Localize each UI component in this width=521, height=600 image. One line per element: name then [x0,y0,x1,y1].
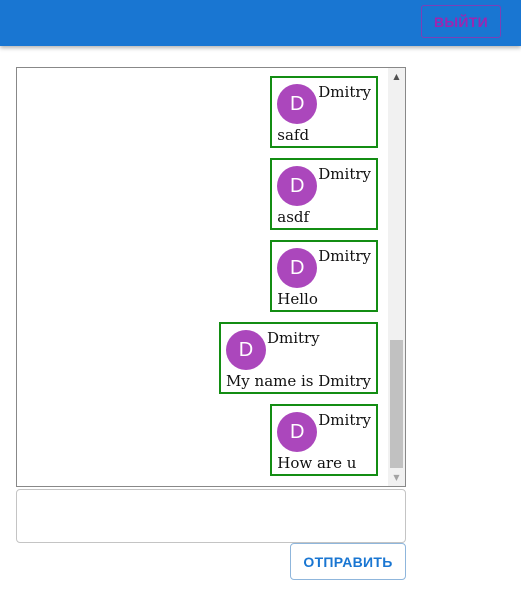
avatar: D [225,330,266,370]
message-author: Dmitry [318,247,371,265]
send-button[interactable]: ОТПРАВИТЬ [290,543,406,580]
message-author: Dmitry [318,83,371,101]
chat-messages-panel[interactable]: D Dmitry safd D Dmitry asdf D Dmitry Hel… [16,67,406,487]
message-text: safd [277,126,310,144]
message-author: Dmitry [318,411,371,429]
chat-message: D Dmitry How are u [270,404,378,476]
chat-message: D Dmitry safd [270,76,378,148]
app-bar: ВЫЙТИ [0,0,521,46]
vertical-scrollbar[interactable]: ▲ ▼ [388,68,405,486]
message-text: How are u [277,454,357,472]
message-list: D Dmitry safd D Dmitry asdf D Dmitry Hel… [17,76,378,486]
message-header: D Dmitry [277,246,371,290]
avatar: D [277,412,318,452]
message-text: My name is Dmitry [225,372,371,390]
message-author: Dmitry [266,329,320,347]
message-header: D Dmitry [225,328,371,372]
chat-message: D Dmitry asdf [270,158,378,230]
chat-message: D Dmitry My name is Dmitry [218,322,378,394]
triangle-up-icon[interactable]: ▲ [388,68,405,85]
avatar: D [277,248,318,288]
message-text: asdf [277,208,310,226]
triangle-down-icon[interactable]: ▼ [388,469,405,486]
message-author: Dmitry [318,165,371,183]
message-text: Hello [277,290,318,308]
avatar: D [277,84,318,124]
avatar: D [277,166,318,206]
message-input[interactable] [16,489,406,543]
chat-message: D Dmitry Hello [270,240,378,312]
message-header: D Dmitry [277,164,371,208]
message-header: D Dmitry [277,82,371,126]
scrollbar-thumb[interactable] [390,340,403,468]
logout-button[interactable]: ВЫЙТИ [421,5,501,38]
message-header: D Dmitry [277,410,371,454]
